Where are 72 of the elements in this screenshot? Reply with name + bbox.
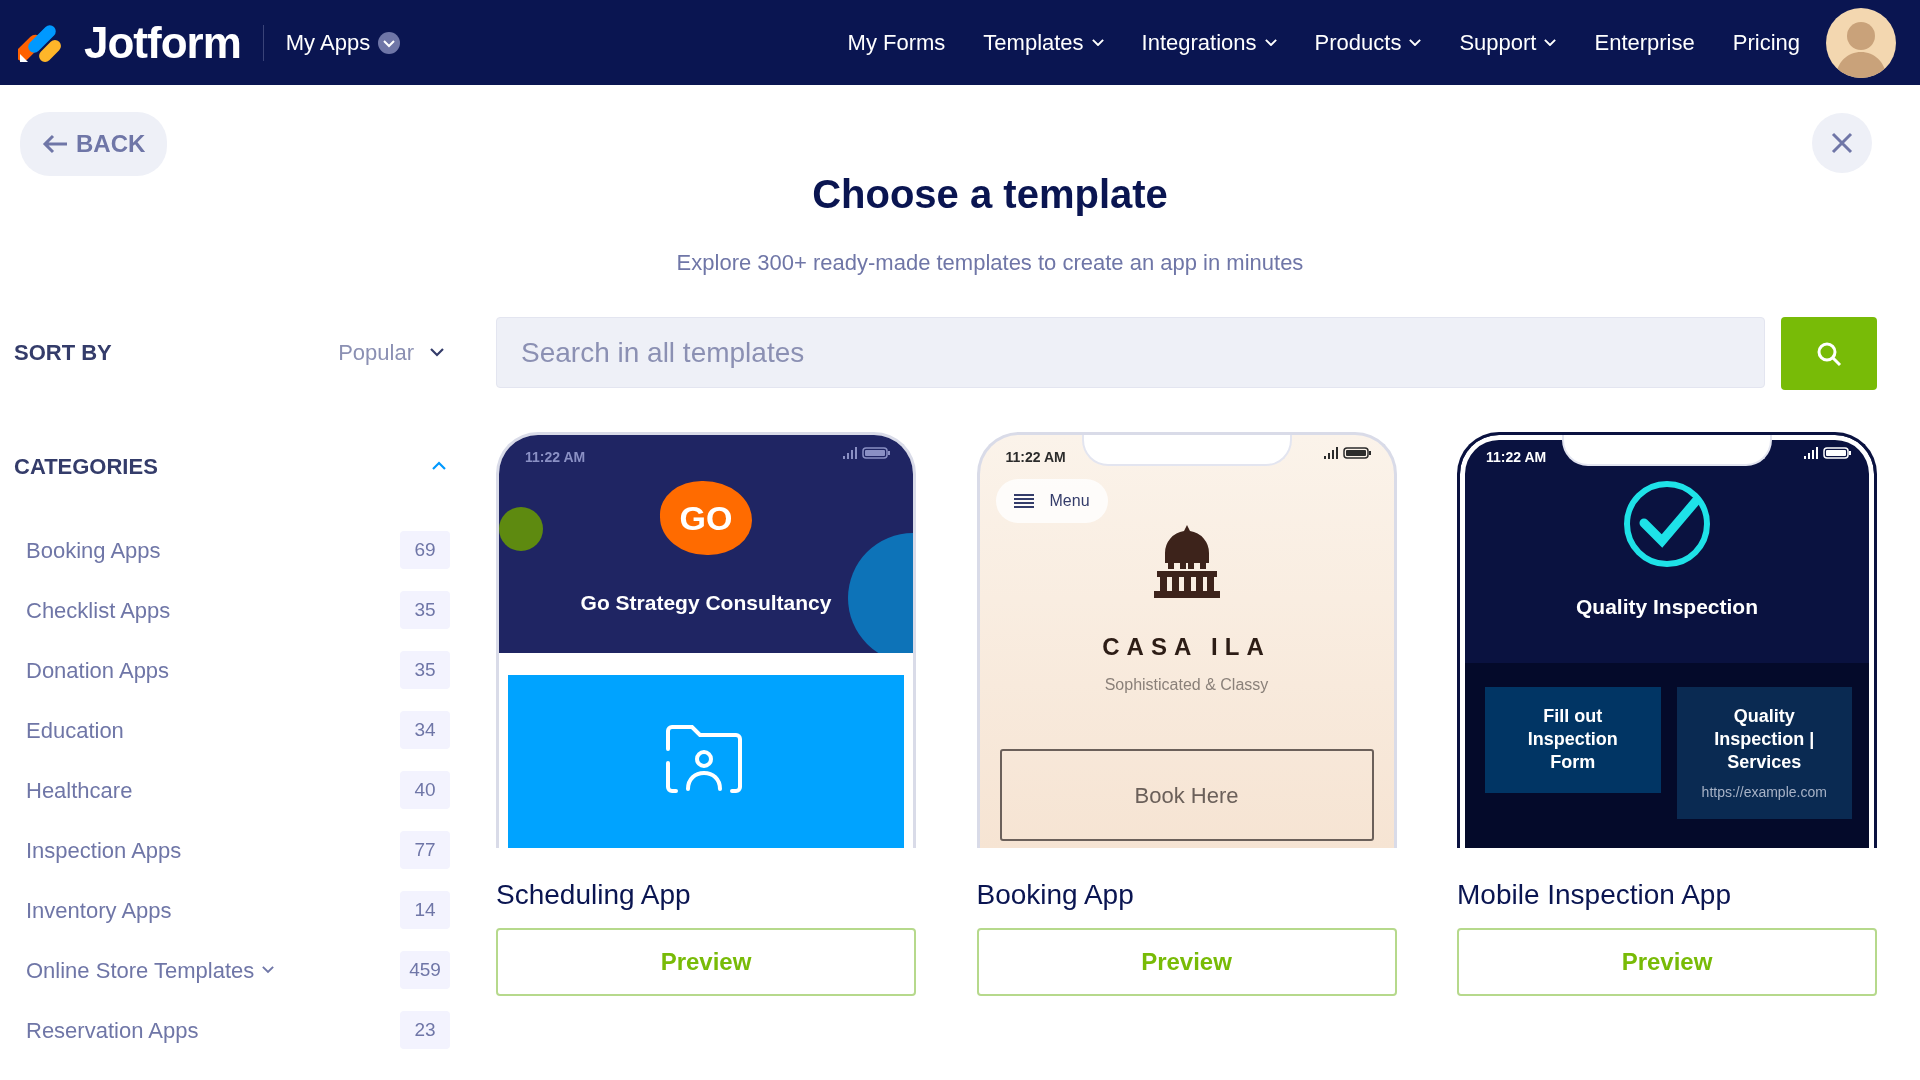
nav-link[interactable]: Integrations: [1139, 26, 1279, 59]
category-item[interactable]: Online Store Templates 459: [14, 940, 450, 1000]
preview-button[interactable]: Preview: [976, 928, 1397, 996]
tagline: Sophisticated & Classy: [1103, 675, 1270, 695]
search-icon: [1816, 340, 1842, 367]
category-item[interactable]: Booking Apps 69: [14, 520, 450, 580]
nav-link[interactable]: Enterprise: [1592, 26, 1697, 59]
chevron-icon: [1409, 38, 1422, 47]
back-button[interactable]: BACK: [20, 112, 168, 176]
menu-button[interactable]: Menu: [995, 479, 1108, 523]
categories-heading: CATEGORIES: [14, 452, 158, 481]
building-icon: [1153, 525, 1220, 599]
category-count: 35: [400, 590, 450, 630]
tile-button[interactable]: Fill out Inspection Form: [1485, 686, 1661, 793]
template-name: Booking App: [976, 878, 1135, 912]
app-heading: Go Strategy Consultancy: [579, 590, 833, 616]
brand-name: CASA ILA: [1101, 632, 1272, 662]
my-apps-menu[interactable]: My Apps: [285, 26, 401, 59]
nav-link[interactable]: My Forms: [845, 26, 948, 59]
preview-button[interactable]: Preview: [1457, 928, 1877, 996]
category-item[interactable]: Reservation Apps 23: [14, 1000, 450, 1060]
sort-dropdown[interactable]: Popular: [332, 335, 450, 370]
go-logo: GO: [660, 481, 752, 555]
category-count: 14: [400, 890, 450, 930]
category-count: 23: [400, 1010, 450, 1050]
url-text: https://example.com: [1700, 782, 1828, 801]
book-here-button[interactable]: Book Here: [999, 749, 1374, 841]
signal-battery-icon: [843, 447, 891, 459]
menu-icon: [1013, 494, 1034, 508]
category-item[interactable]: Healthcare 40: [14, 760, 450, 820]
signal-battery-icon: [1804, 447, 1852, 459]
status-time: 11:22 AM: [1005, 448, 1066, 467]
signal-battery-icon: [1323, 447, 1372, 459]
chevron-icon: [1091, 38, 1104, 47]
category-count: 35: [400, 650, 450, 690]
chevron-icon: [378, 31, 401, 54]
logo-text: Jotform: [84, 16, 241, 69]
nav-link[interactable]: Support: [1457, 26, 1559, 59]
chevron-icon: [432, 461, 446, 471]
search-field[interactable]: Search in all templates: [496, 317, 1765, 388]
chevron-icon: [1544, 38, 1557, 47]
category-count: 69: [400, 530, 450, 570]
app-heading: Quality Inspection: [1575, 594, 1759, 620]
circle-decoration: [499, 507, 543, 551]
page-subtitle: Explore 300+ ready-made templates to create an app in minutes: [675, 249, 1305, 277]
category-item[interactable]: Checklist Apps 35: [14, 580, 450, 640]
category-item[interactable]: Education 34: [14, 700, 450, 760]
category-count: 34: [400, 710, 450, 750]
category-item[interactable]: Inventory Apps 14: [14, 880, 450, 940]
chevron-icon: [430, 347, 444, 358]
nav-link[interactable]: Products: [1312, 26, 1424, 59]
page-title: Choose a template: [811, 171, 1169, 218]
tile-button[interactable]: Quality Inspection | Services https://example.com: [1676, 686, 1852, 819]
category-item[interactable]: Donation Apps 35: [14, 640, 450, 700]
template-name: Mobile Inspection App: [1457, 878, 1732, 912]
category-item[interactable]: Inspection Apps 77: [14, 820, 450, 880]
preview-button[interactable]: Preview: [496, 928, 916, 996]
template-name: Scheduling App: [496, 878, 692, 912]
check-circle-icon: [1622, 479, 1712, 569]
collapse-toggle[interactable]: [432, 461, 446, 471]
chevron-icon: [262, 966, 275, 974]
category-count: 40: [400, 770, 450, 810]
arrow-left-icon: [42, 134, 68, 154]
category-count: 77: [400, 830, 450, 870]
status-time: 11:22 AM: [525, 448, 586, 467]
category-count: 459: [400, 950, 450, 990]
status-time: 11:22 AM: [1486, 448, 1547, 467]
sort-by-label: SORT BY: [14, 339, 112, 367]
nav-link[interactable]: Pricing: [1730, 26, 1802, 59]
chevron-icon: [1264, 38, 1277, 47]
nav-link[interactable]: Templates: [981, 26, 1106, 59]
close-icon: [1831, 132, 1853, 154]
